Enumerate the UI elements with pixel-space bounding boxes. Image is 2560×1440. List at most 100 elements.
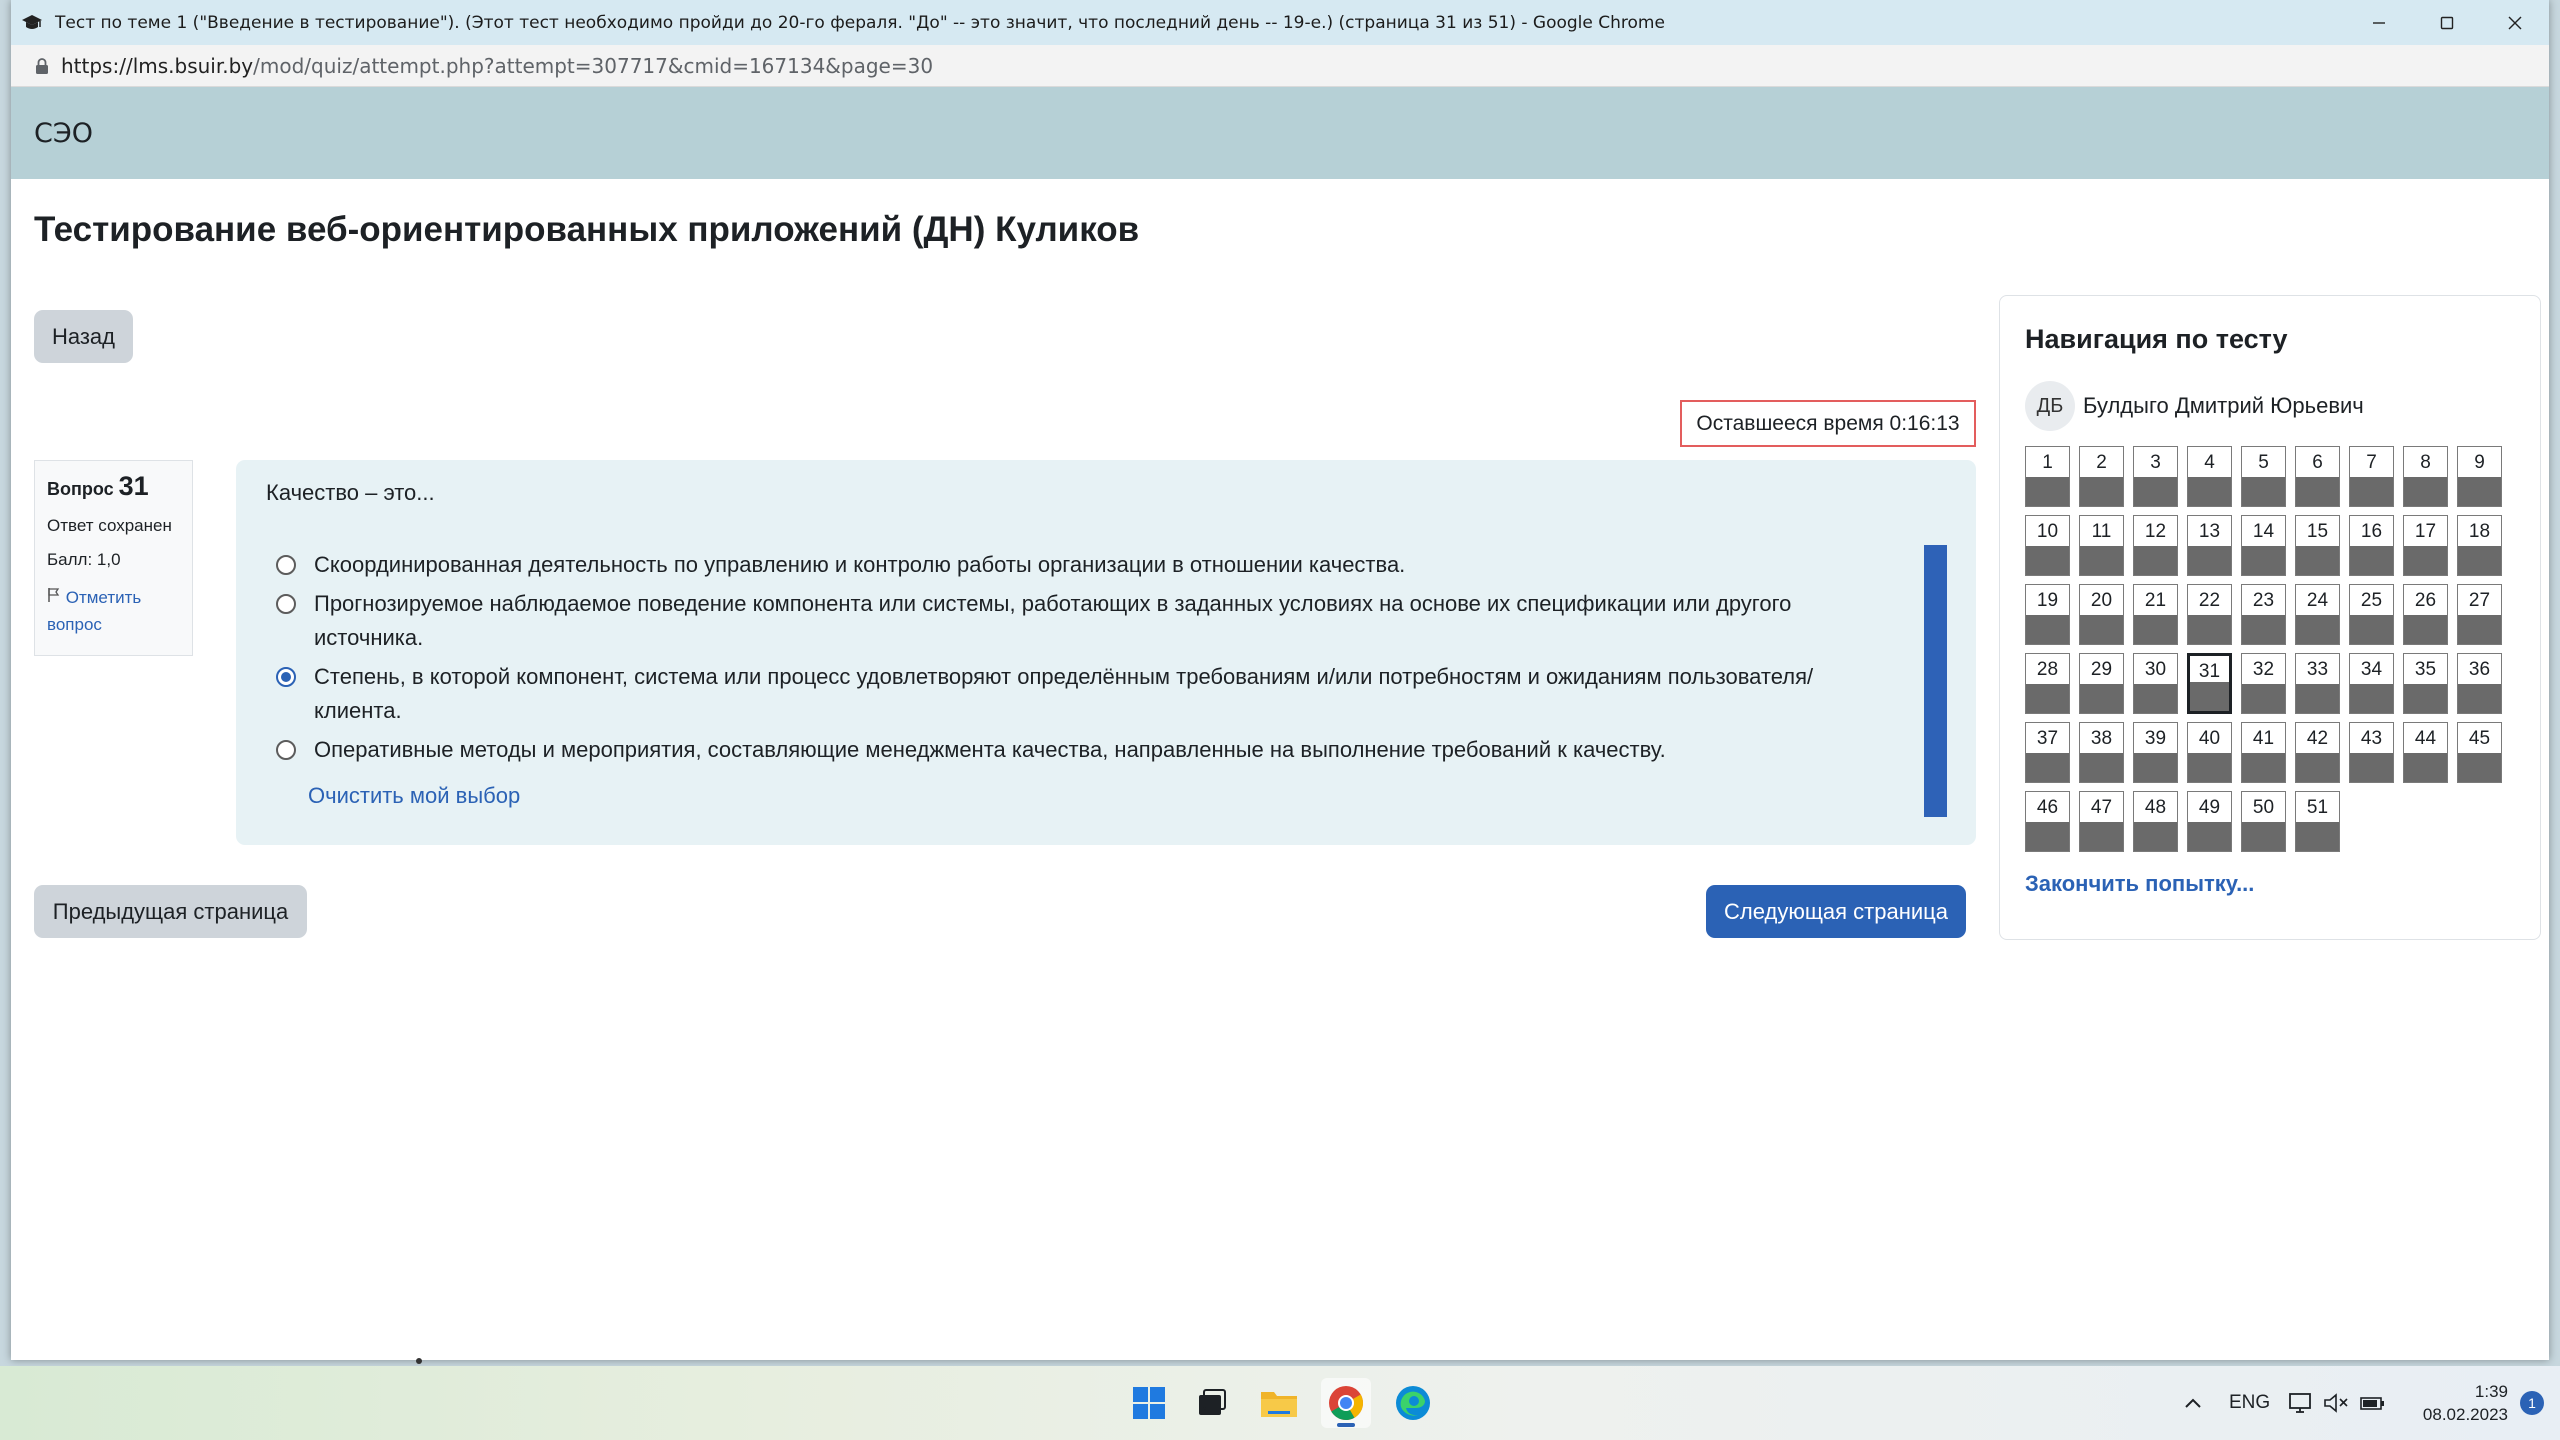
quiz-nav-button[interactable]: 28 [2025,653,2070,714]
quiz-nav-button[interactable]: 50 [2241,791,2286,852]
chrome-icon[interactable] [1321,1378,1371,1428]
quiz-nav-button[interactable]: 11 [2079,515,2124,576]
quiz-nav-button[interactable]: 29 [2079,653,2124,714]
file-explorer-icon[interactable] [1254,1378,1304,1428]
quiz-nav-button[interactable]: 47 [2079,791,2124,852]
quiz-nav-button[interactable]: 44 [2403,722,2448,783]
previous-page-button[interactable]: Предыдущая страница [34,885,307,938]
quiz-nav-state [2026,477,2069,506]
inner-scrollbar[interactable] [1924,545,1947,817]
quiz-nav-button[interactable]: 38 [2079,722,2124,783]
edge-icon[interactable] [1388,1378,1438,1428]
quiz-nav-button[interactable]: 19 [2025,584,2070,645]
quiz-nav-button[interactable]: 23 [2241,584,2286,645]
answer-text[interactable]: Степень, в которой компонент, система ил… [314,660,1836,728]
quiz-nav-button[interactable]: 6 [2295,446,2340,507]
quiz-nav-button[interactable]: 48 [2133,791,2178,852]
quiz-nav-button[interactable]: 9 [2457,446,2502,507]
quiz-nav-button[interactable]: 51 [2295,791,2340,852]
answer-option-selected[interactable]: Степень, в которой компонент, система ил… [276,660,1836,728]
flag-question-link[interactable]: Отметить вопрос [47,584,180,638]
quiz-nav-number: 36 [2468,658,2491,680]
notification-badge[interactable]: 1 [2520,1391,2544,1415]
answer-radio[interactable] [276,740,296,760]
quiz-nav-button[interactable]: 18 [2457,515,2502,576]
chevron-up-icon[interactable] [2183,1366,2203,1440]
system-clock[interactable]: 1:39 08.02.2023 [2423,1380,2508,1426]
maximize-icon[interactable] [2413,0,2481,45]
quiz-nav-number: 42 [2306,727,2329,749]
quiz-nav-button[interactable]: 24 [2295,584,2340,645]
quiz-nav-button[interactable]: 35 [2403,653,2448,714]
answer-option[interactable]: Оперативные методы и мероприятия, состав… [276,733,1836,767]
quiz-nav-button[interactable]: 20 [2079,584,2124,645]
quiz-nav-button[interactable]: 13 [2187,515,2232,576]
battery-icon[interactable] [2359,1366,2387,1440]
quiz-nav-button[interactable]: 12 [2133,515,2178,576]
quiz-nav-button[interactable]: 7 [2349,446,2394,507]
answer-text[interactable]: Оперативные методы и мероприятия, состав… [314,733,1666,767]
quiz-nav-button[interactable]: 37 [2025,722,2070,783]
address-bar[interactable]: https://lms.bsuir.by/mod/quiz/attempt.ph… [11,45,2549,87]
quiz-nav-button[interactable]: 46 [2025,791,2070,852]
user-info: ДБ Булдыго Дмитрий Юрьевич [2025,381,2364,431]
quiz-nav-button[interactable]: 4 [2187,446,2232,507]
clear-choice-link[interactable]: Очистить мой выбор [308,783,520,809]
answer-text[interactable]: Скоординированная деятельность по управл… [314,548,1405,582]
next-page-button[interactable]: Следующая страница [1706,885,1966,938]
windows-start-icon[interactable] [1124,1378,1174,1428]
close-icon[interactable] [2481,0,2549,45]
site-brand[interactable]: СЭО [34,118,93,149]
quiz-nav-button[interactable]: 21 [2133,584,2178,645]
quiz-nav-button[interactable]: 15 [2295,515,2340,576]
quiz-nav-number: 27 [2468,589,2491,611]
minimize-icon[interactable] [2345,0,2413,45]
quiz-nav-button[interactable]: 43 [2349,722,2394,783]
answer-radio[interactable] [276,555,296,575]
quiz-nav-button[interactable]: 17 [2403,515,2448,576]
language-indicator[interactable]: ENG [2229,1366,2270,1440]
quiz-nav-button[interactable]: 39 [2133,722,2178,783]
quiz-nav-button[interactable]: 32 [2241,653,2286,714]
quiz-nav-button[interactable]: 45 [2457,722,2502,783]
volume-muted-icon[interactable] [2323,1366,2349,1440]
quiz-nav-button[interactable]: 33 [2295,653,2340,714]
network-icon[interactable] [2288,1366,2314,1440]
quiz-nav-button[interactable]: 25 [2349,584,2394,645]
quiz-nav-button[interactable]: 10 [2025,515,2070,576]
answer-radio-selected[interactable] [276,667,296,687]
quiz-nav-number: 45 [2468,727,2491,749]
question-info: Вопрос 31 Ответ сохранен Балл: 1,0 Отмет… [34,460,193,656]
quiz-nav-button[interactable]: 3 [2133,446,2178,507]
quiz-nav-button[interactable]: 26 [2403,584,2448,645]
quiz-nav-button-current[interactable]: 31 [2187,653,2232,714]
quiz-nav-button[interactable]: 16 [2349,515,2394,576]
answer-option[interactable]: Скоординированная деятельность по управл… [276,548,1836,582]
quiz-nav-button[interactable]: 5 [2241,446,2286,507]
quiz-nav-button[interactable]: 36 [2457,653,2502,714]
answer-text[interactable]: Прогнозируемое наблюдаемое поведение ком… [314,587,1836,655]
quiz-nav-state [2350,477,2393,506]
title-bar: Тест по теме 1 ("Введение в тестирование… [11,0,2549,45]
quiz-nav-button[interactable]: 22 [2187,584,2232,645]
quiz-nav-number: 22 [2198,589,2221,611]
quiz-nav-button[interactable]: 42 [2295,722,2340,783]
quiz-nav-state [2404,753,2447,782]
answer-option[interactable]: Прогнозируемое наблюдаемое поведение ком… [276,587,1836,655]
quiz-nav-button[interactable]: 30 [2133,653,2178,714]
back-button[interactable]: Назад [34,310,133,363]
url-text[interactable]: https://lms.bsuir.by/mod/quiz/attempt.ph… [61,54,933,78]
quiz-nav-button[interactable]: 34 [2349,653,2394,714]
quiz-nav-button[interactable]: 2 [2079,446,2124,507]
answer-radio[interactable] [276,594,296,614]
quiz-nav-button[interactable]: 41 [2241,722,2286,783]
quiz-nav-button[interactable]: 40 [2187,722,2232,783]
quiz-nav-button[interactable]: 14 [2241,515,2286,576]
quiz-nav-button[interactable]: 49 [2187,791,2232,852]
lock-icon[interactable] [33,57,51,75]
quiz-nav-button[interactable]: 8 [2403,446,2448,507]
task-view-icon[interactable] [1187,1378,1237,1428]
quiz-nav-button[interactable]: 1 [2025,446,2070,507]
finish-attempt-link[interactable]: Закончить попытку... [2025,871,2254,897]
quiz-nav-button[interactable]: 27 [2457,584,2502,645]
